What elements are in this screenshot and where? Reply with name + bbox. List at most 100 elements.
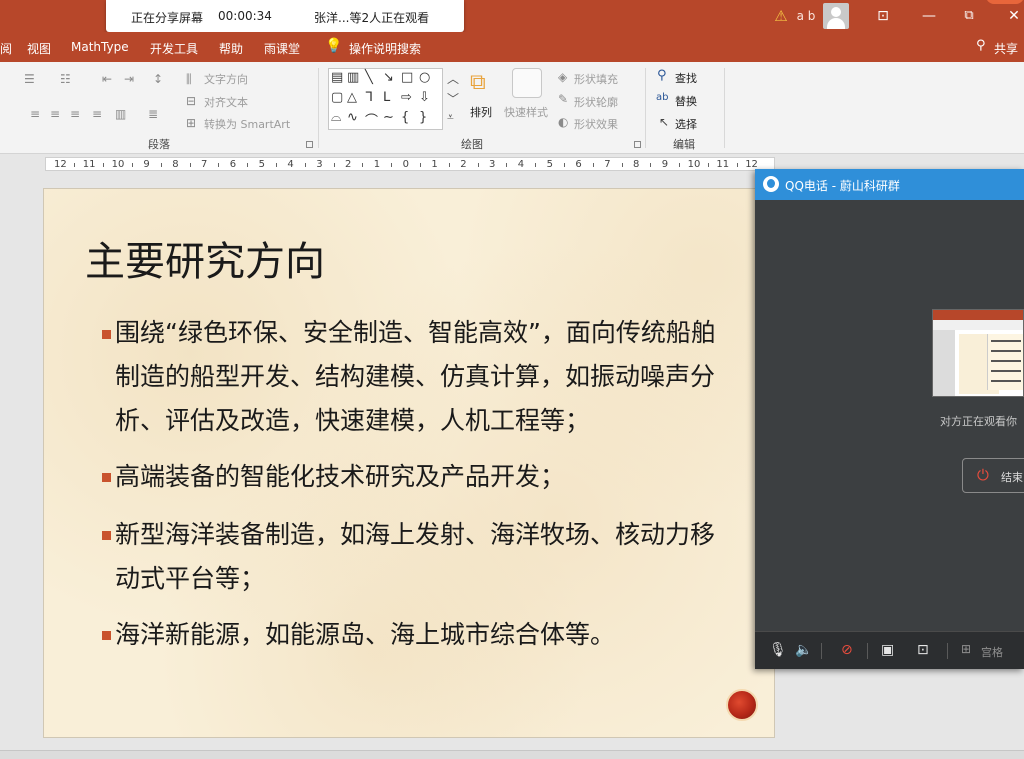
account-avatar[interactable] — [823, 3, 849, 29]
columns-icon[interactable]: ▥ — [115, 107, 126, 121]
grid-layout-icon[interactable]: ⊞ — [961, 642, 971, 656]
align-left-icon[interactable]: ≡ — [30, 107, 40, 121]
tell-me-search[interactable]: 操作说明搜索 — [349, 40, 421, 57]
oval-shape-icon[interactable]: ○ — [419, 70, 430, 85]
smartart-icon[interactable]: ⊞ — [186, 116, 196, 130]
tab-developer[interactable]: 开发工具 — [150, 40, 198, 57]
down-arrow-shape-icon[interactable]: ⇩ — [419, 90, 430, 105]
ruler-tick — [132, 163, 133, 167]
rectangle-shape-icon[interactable]: □ — [401, 70, 413, 85]
close-icon[interactable]: ✕ — [1004, 5, 1024, 27]
drawing-launcher-icon[interactable] — [634, 141, 641, 148]
bullet-text-2[interactable]: 高端装备的智能化技术研究及产品开发； — [115, 455, 735, 499]
align-text-button[interactable]: 对齐文本 — [204, 94, 248, 110]
line-spacing-icon[interactable]: ↕ — [153, 72, 163, 86]
shape-outline-button[interactable]: 形状轮廓 — [574, 94, 618, 110]
tab-review[interactable]: 阅 — [0, 40, 12, 57]
grid-layout-label[interactable]: 宫格 — [981, 644, 1003, 660]
slide-canvas[interactable]: 主要研究方向 围绕“绿色环保、安全制造、智能高效”，面向传统船舶制造的船型开发、… — [43, 188, 775, 738]
rounded-rect-shape-icon[interactable]: ▢ — [331, 90, 343, 105]
warning-icon[interactable]: ⚠ — [772, 5, 790, 27]
chevron-down-icon[interactable]: ﹀ — [447, 90, 459, 107]
screen-preview-thumbnail[interactable] — [932, 309, 1024, 397]
ruler-tick — [679, 163, 681, 167]
right-arrow-shape-icon[interactable]: ⇨ — [401, 90, 412, 105]
align-center-icon[interactable]: ≡ — [50, 107, 60, 121]
cursor-select-icon[interactable]: ↖ — [659, 115, 669, 129]
vertical-textbox-shape-icon[interactable]: ▥ — [347, 70, 359, 85]
bullet-text-4[interactable]: 海洋新能源，如能源岛、海上城市综合体等。 — [115, 613, 735, 657]
shape-outline-icon[interactable]: ✎ — [558, 92, 568, 106]
replace-button[interactable]: 替换 — [675, 93, 697, 109]
decrease-indent-icon[interactable]: ⇤ — [102, 72, 112, 86]
textbox-shape-icon[interactable]: ▤ — [331, 70, 343, 85]
bullet-marker — [102, 330, 111, 339]
arrange-button[interactable]: 排列 — [470, 104, 492, 120]
restore-icon[interactable]: ⧉ — [958, 5, 980, 27]
slide-title[interactable]: 主要研究方向 — [85, 229, 325, 287]
lightbulb-icon[interactable]: 💡 — [325, 38, 342, 54]
align-right-icon[interactable]: ≡ — [70, 107, 80, 121]
numbering-icon[interactable]: ☷ — [60, 72, 71, 86]
arrange-icon[interactable]: ⧉ — [470, 70, 486, 95]
gallery-more-icon[interactable]: ⩡ — [447, 110, 454, 125]
tab-mathtype[interactable]: MathType — [71, 40, 129, 54]
elbow-connector-shape-icon[interactable]: ᒣ — [365, 90, 373, 105]
qq-call-window[interactable]: QQ电话 - 蔚山科研群 对方正在观看你 ⏻ 结束 🎙 🔈 ⊘ ▣ ⊡ ⊞ 宫格 — [755, 169, 1024, 669]
shapes-gallery[interactable]: ▤ ▥ ╲ ↘ □ ○ ▢ △ ᒣ ᒪ ⇨ ⇩ ⌓ ∿ ⌒ ∼ { } — [328, 68, 460, 130]
share-close-tab[interactable] — [986, 0, 1024, 4]
arc-shape-icon[interactable]: ⌒ — [365, 110, 378, 129]
bullet-text-1[interactable]: 围绕“绿色环保、安全制造、智能高效”，面向传统船舶制造的船型开发、结构建模、仿真… — [115, 311, 735, 443]
search-icon[interactable]: ⚲ — [657, 68, 667, 83]
curve-shape-icon[interactable]: ∼ — [383, 110, 394, 125]
replace-icon[interactable]: ab — [656, 92, 668, 103]
distributed-icon[interactable]: ≣ — [148, 107, 158, 121]
quick-styles-icon[interactable] — [512, 68, 542, 98]
right-brace-shape-icon[interactable]: } — [419, 110, 427, 125]
speaker-icon[interactable]: 🔈 — [795, 642, 812, 658]
text-direction-icon[interactable]: ⫼ — [186, 72, 192, 87]
freeform-shape-icon[interactable]: ⌓ — [331, 110, 341, 125]
qq-title-bar[interactable]: QQ电话 - 蔚山科研群 — [755, 169, 1024, 200]
share-viewers-text[interactable]: 张洋...等2人正在观看 — [314, 9, 429, 26]
tab-rain-classroom[interactable]: 雨课堂 — [264, 40, 300, 57]
shape-effects-icon[interactable]: ◐ — [558, 115, 568, 129]
bullets-icon[interactable]: ☰ — [24, 72, 35, 86]
shape-fill-icon[interactable]: ◈ — [558, 70, 567, 84]
tab-help[interactable]: 帮助 — [219, 40, 243, 57]
scribble-shape-icon[interactable]: ∿ — [347, 110, 358, 125]
paragraph-launcher-icon[interactable] — [306, 141, 313, 148]
convert-smartart-button[interactable]: 转换为 SmartArt — [204, 116, 290, 132]
shape-fill-button[interactable]: 形状填充 — [574, 71, 618, 87]
bullet-text-3[interactable]: 新型海洋装备制造，如海上发射、海洋牧场、核动力移动式平台等； — [115, 513, 735, 601]
left-brace-shape-icon[interactable]: { — [401, 110, 409, 125]
minimize-icon[interactable]: — — [918, 5, 940, 27]
quick-styles-button[interactable]: 快速样式 — [504, 104, 548, 120]
ruler-tick — [448, 163, 450, 167]
screen-share-bar[interactable]: 正在分享屏幕 00:00:34 张洋...等2人正在观看 — [106, 0, 464, 32]
find-button[interactable]: 查找 — [675, 70, 697, 86]
increase-indent-icon[interactable]: ⇥ — [124, 72, 134, 86]
justify-icon[interactable]: ≡ — [92, 107, 102, 121]
chevron-up-icon[interactable]: ︿ — [447, 70, 459, 87]
gallery-scroll[interactable]: ︿ ﹀ ⩡ — [442, 68, 460, 130]
curved-connector-shape-icon[interactable]: ᒪ — [383, 90, 390, 105]
presentation-icon[interactable]: ⊡ — [917, 642, 929, 658]
screen-share-icon[interactable]: ▣ — [881, 642, 894, 658]
align-text-icon[interactable]: ⊟ — [186, 94, 196, 108]
end-share-button[interactable]: ⏻ 结束 — [962, 458, 1024, 493]
user-initials[interactable]: a b — [796, 5, 816, 27]
camera-off-icon[interactable]: ⊘ — [841, 642, 853, 658]
text-direction-button[interactable]: 文字方向 — [204, 71, 248, 87]
horizontal-ruler[interactable]: 12 11 10 9 8 7 6 5 4 3 2 1 0 1 2 3 4 5 6 7 8 9 10 11 12 — [45, 157, 775, 171]
triangle-shape-icon[interactable]: △ — [347, 90, 357, 105]
select-button[interactable]: 选择 — [675, 116, 697, 132]
line-shape-icon[interactable]: ╲ — [365, 70, 373, 85]
share-button[interactable]: 共享 — [994, 40, 1018, 57]
share-person-icon[interactable]: ⚲ — [976, 38, 986, 53]
ribbon-display-options-icon[interactable]: ⊡ — [872, 5, 894, 27]
tab-view[interactable]: 视图 — [27, 40, 51, 57]
arrow-line-shape-icon[interactable]: ↘ — [383, 70, 394, 85]
microphone-icon[interactable]: 🎙 — [769, 642, 787, 658]
shape-effects-button[interactable]: 形状效果 — [574, 116, 618, 132]
